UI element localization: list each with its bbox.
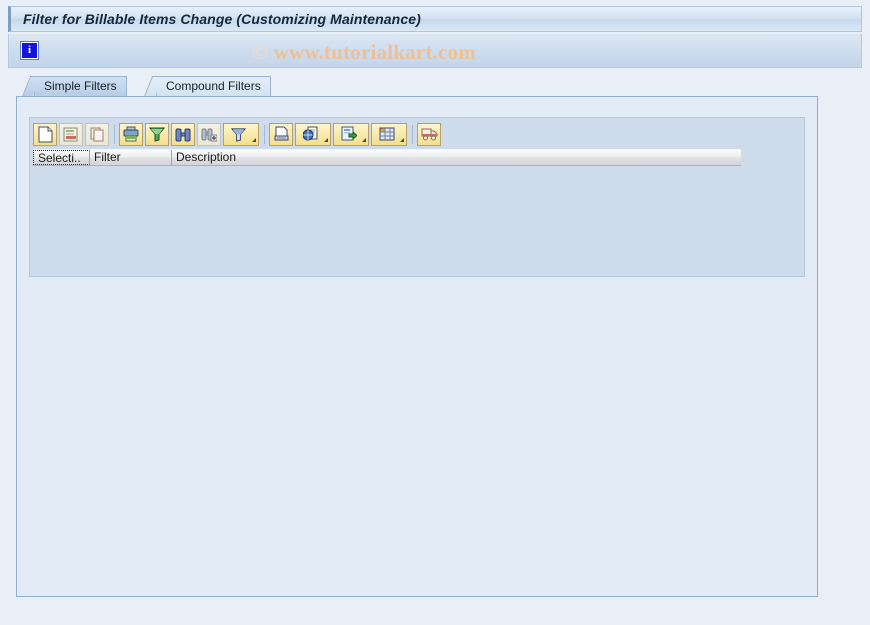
chevron-down-icon[interactable]: [400, 137, 404, 142]
column-header-filter[interactable]: Filter: [90, 150, 172, 165]
column-header-selection[interactable]: Selecti..: [33, 150, 90, 165]
filter-button[interactable]: [145, 122, 169, 146]
grid-toolbar: [33, 122, 443, 146]
printer-icon: [123, 126, 139, 142]
new-document-icon: [38, 126, 52, 142]
print-button[interactable]: [119, 122, 143, 146]
copy-icon: [90, 127, 103, 141]
tab-strip: Simple Filters Compound Filters: [16, 76, 818, 96]
truck-icon: [421, 128, 437, 141]
export-button[interactable]: [333, 122, 369, 146]
binoculars-icon: [175, 128, 191, 141]
tab-compound-filters[interactable]: Compound Filters: [156, 76, 271, 96]
window-title-bar: Filter for Billable Items Change (Custom…: [8, 6, 862, 32]
grid-rows-area: [33, 166, 741, 272]
chevron-down-icon[interactable]: [324, 137, 328, 142]
sap-gui-screen: Filter for Billable Items Change (Custom…: [0, 0, 870, 625]
find-button[interactable]: [171, 122, 195, 146]
watermark-text: www.tutorialkart.com: [273, 40, 476, 64]
grid-layout-icon: [379, 127, 394, 140]
tab-compound-filters-label: Compound Filters: [166, 79, 261, 93]
toolbar-separator: [114, 124, 115, 144]
grid-column-headers: Selecti.. Filter Description: [33, 149, 741, 166]
tab-simple-filters-label: Simple Filters: [44, 79, 117, 93]
print-preview-button[interactable]: [269, 122, 293, 146]
alv-grid: Selecti.. Filter Description: [29, 117, 805, 277]
toolbar-separator: [264, 124, 265, 144]
application-toolbar: i © www.tutorialkart.com: [8, 34, 862, 68]
change-entry-button[interactable]: [59, 122, 83, 146]
funnel-filter-icon: [231, 127, 246, 142]
watermark-copyright-icon: ©: [252, 40, 269, 64]
find-next-button[interactable]: [197, 122, 221, 146]
watermark: © www.tutorialkart.com: [252, 40, 476, 65]
copy-entry-button[interactable]: [85, 122, 109, 146]
set-filter-button[interactable]: [223, 122, 259, 146]
globe-document-icon: [302, 126, 317, 141]
export-arrow-icon: [341, 126, 357, 141]
binoculars-plus-icon: [201, 128, 217, 141]
view-selection-button[interactable]: [295, 122, 331, 146]
chevron-down-icon[interactable]: [362, 137, 366, 142]
info-icon-glyph: i: [22, 43, 37, 58]
change-document-icon: [63, 127, 78, 141]
page-title: Filter for Billable Items Change (Custom…: [23, 11, 421, 27]
chevron-down-icon[interactable]: [252, 137, 256, 142]
info-icon[interactable]: i: [20, 41, 39, 60]
funnel-icon: [149, 127, 165, 142]
tab-content-panel: Selecti.. Filter Description: [16, 96, 818, 597]
tab-simple-filters[interactable]: Simple Filters: [34, 76, 127, 96]
toolbar-separator: [412, 124, 413, 144]
column-header-description[interactable]: Description: [172, 150, 738, 165]
layout-button[interactable]: [371, 122, 407, 146]
new-entries-button[interactable]: [33, 122, 57, 146]
print-preview-icon: [274, 126, 288, 141]
transport-button[interactable]: [417, 122, 441, 146]
